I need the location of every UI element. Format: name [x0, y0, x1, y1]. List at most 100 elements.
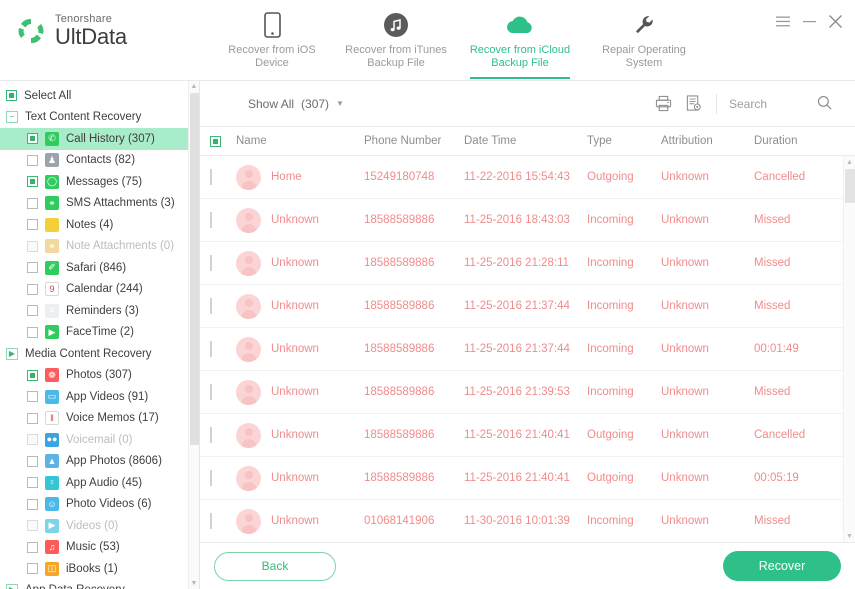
- sidebar-item-checkbox[interactable]: [27, 369, 38, 381]
- sidebar-item-checkbox[interactable]: [27, 541, 38, 553]
- sidebar-item-app-videos-91[interactable]: ▭ App Videos (91): [0, 386, 188, 408]
- select-all-checkbox[interactable]: [6, 90, 17, 102]
- row-checkbox[interactable]: [210, 427, 212, 443]
- row-checkbox[interactable]: [210, 341, 212, 357]
- sidebar-item-checkbox[interactable]: [27, 412, 38, 424]
- sidebar-item-checkbox[interactable]: [27, 283, 38, 295]
- close-button[interactable]: [827, 13, 843, 29]
- sidebar-item-checkbox[interactable]: [27, 498, 38, 510]
- tab-recover-from-icloud-backup[interactable]: Recover from iCloud Backup File: [458, 0, 582, 79]
- cell-attribution: Unknown: [661, 171, 709, 183]
- expand-icon[interactable]: ▶: [6, 584, 18, 589]
- sidebar-item-calendar-244[interactable]: 9 Calendar (244): [0, 279, 188, 301]
- column-header-phone[interactable]: Phone Number: [364, 135, 464, 147]
- sidebar-item-checkbox[interactable]: [27, 391, 38, 403]
- sidebar-item-checkbox[interactable]: [27, 305, 38, 317]
- table-row[interactable]: Unknown 18588589886 11-25-2016 21:40:41 Out…: [200, 457, 843, 500]
- sidebar-item-checkbox[interactable]: [27, 154, 38, 166]
- column-header-type[interactable]: Type: [587, 135, 661, 147]
- search-input[interactable]: [729, 96, 817, 111]
- sidebar-item-voicemail-0[interactable]: ●● Voicemail (0): [0, 429, 188, 451]
- export-settings-icon[interactable]: [678, 91, 708, 117]
- sidebar-item-messages-75[interactable]: ◯ Messages (75): [0, 171, 188, 193]
- sidebar-item-note-attachments-0[interactable]: ⚭ Note Attachments (0): [0, 236, 188, 258]
- show-all-dropdown[interactable]: Show All (307) ▼: [248, 97, 344, 111]
- sidebar-item-music-53[interactable]: ♫ Music (53): [0, 537, 188, 559]
- sidebar-item-checkbox[interactable]: [27, 563, 38, 575]
- sidebar-item-checkbox[interactable]: [27, 477, 38, 489]
- row-checkbox[interactable]: [210, 212, 212, 228]
- sidebar-item-reminders-3[interactable]: ≡ Reminders (3): [0, 300, 188, 322]
- table-row[interactable]: Unknown 18588589886 11-25-2016 21:40:41 Out…: [200, 414, 843, 457]
- row-checkbox[interactable]: [210, 255, 212, 271]
- expand-icon[interactable]: ▶: [6, 347, 18, 360]
- select-all-rows-checkbox[interactable]: [210, 135, 221, 147]
- sidebar-item-app-audio-45[interactable]: ♀ App Audio (45): [0, 472, 188, 494]
- sidebar-item-safari-846[interactable]: ✐ Safari (846): [0, 257, 188, 279]
- row-checkbox[interactable]: [210, 470, 212, 486]
- row-checkbox[interactable]: [210, 298, 212, 314]
- sidebar-item-checkbox[interactable]: [27, 434, 38, 446]
- sidebar-item-checkbox[interactable]: [27, 176, 38, 188]
- table-scrollbar[interactable]: ▲ ▼: [843, 156, 855, 542]
- cell-type: Incoming: [587, 515, 634, 527]
- sidebar-item-checkbox[interactable]: [27, 197, 38, 209]
- column-header-date-time[interactable]: Date Time: [464, 135, 587, 147]
- sidebar-scrollbar-thumb[interactable]: [190, 93, 199, 445]
- scroll-up-icon[interactable]: ▲: [189, 81, 199, 92]
- tab-recover-from-itunes-backup[interactable]: Recover from iTunes Backup File: [334, 0, 458, 79]
- sidebar-item-photo-videos-6[interactable]: ☺ Photo Videos (6): [0, 494, 188, 516]
- table-scrollbar-thumb[interactable]: [845, 169, 855, 203]
- tab-recover-from-ios-device[interactable]: Recover from iOS Device: [210, 0, 334, 79]
- sidebar-item-checkbox[interactable]: [27, 133, 38, 145]
- sidebar-select-all[interactable]: Select All: [0, 85, 188, 107]
- cell-date-time: 11-25-2016 21:37:44: [464, 343, 570, 355]
- sidebar-group-1[interactable]: ▶ Media Content Recovery: [0, 343, 188, 365]
- sidebar-item-notes-4[interactable]: Notes (4): [0, 214, 188, 236]
- row-checkbox[interactable]: [210, 169, 212, 185]
- table-row[interactable]: Unknown 01068141906 11-30-2016 10:01:39 Inc…: [200, 500, 843, 542]
- table-row[interactable]: Unknown 18588589886 11-25-2016 21:37:44 Inc…: [200, 285, 843, 328]
- sidebar-item-facetime-2[interactable]: ▶ FaceTime (2): [0, 322, 188, 344]
- sidebar-item-call-history-307[interactable]: ✆ Call History (307): [0, 128, 188, 150]
- sidebar-item-checkbox[interactable]: [27, 326, 38, 338]
- sidebar-item-app-photos-8606[interactable]: ▲ App Photos (8606): [0, 451, 188, 473]
- sidebar-item-photos-307[interactable]: ❁ Photos (307): [0, 365, 188, 387]
- sidebar-item-checkbox[interactable]: [27, 240, 38, 252]
- tab-repair-operating-system[interactable]: Repair Operating System: [582, 0, 706, 79]
- table-row[interactable]: Unknown 18588589886 11-25-2016 21:37:44 Inc…: [200, 328, 843, 371]
- table-row[interactable]: Home 15249180748 11-22-2016 15:54:43 Outgoi…: [200, 156, 843, 199]
- column-header-name[interactable]: Name: [236, 135, 364, 147]
- row-name-cell: Unknown: [236, 207, 364, 233]
- search-box[interactable]: [729, 95, 841, 113]
- sidebar-item-videos-0[interactable]: ▶ Videos (0): [0, 515, 188, 537]
- collapse-icon[interactable]: −: [6, 111, 18, 124]
- sidebar-scrollbar[interactable]: ▲ ▼: [188, 81, 199, 589]
- row-checkbox[interactable]: [210, 384, 212, 400]
- menu-button[interactable]: [775, 13, 791, 29]
- sidebar-item-contacts-82[interactable]: ♟ Contacts (82): [0, 150, 188, 172]
- scroll-up-icon[interactable]: ▲: [844, 156, 855, 168]
- row-checkbox[interactable]: [210, 513, 212, 529]
- column-header-attribution[interactable]: Attribution: [661, 135, 754, 147]
- scroll-down-icon[interactable]: ▼: [844, 530, 855, 542]
- back-button[interactable]: Back: [214, 551, 336, 581]
- table-row[interactable]: Unknown 18588589886 11-25-2016 21:39:53 Inc…: [200, 371, 843, 414]
- scroll-down-icon[interactable]: ▼: [189, 578, 199, 589]
- sidebar-item-ibooks-1[interactable]: ◫ iBooks (1): [0, 558, 188, 580]
- recover-button[interactable]: Recover: [723, 551, 841, 581]
- sidebar-item-checkbox[interactable]: [27, 219, 38, 231]
- printer-icon[interactable]: [648, 91, 678, 117]
- column-header-duration[interactable]: Duration: [754, 135, 844, 147]
- table-row[interactable]: Unknown 18588589886 11-25-2016 21:28:11 Inc…: [200, 242, 843, 285]
- search-icon[interactable]: [817, 95, 832, 113]
- sidebar-group-0[interactable]: − Text Content Recovery: [0, 107, 188, 129]
- sidebar-group-2[interactable]: ▶ App Data Recovery: [0, 580, 188, 589]
- sidebar-item-checkbox[interactable]: [27, 520, 38, 532]
- sidebar-item-checkbox[interactable]: [27, 262, 38, 274]
- table-row[interactable]: Unknown 18588589886 11-25-2016 18:43:03 Inc…: [200, 199, 843, 242]
- sidebar-item-sms-attachments-3[interactable]: ⚭ SMS Attachments (3): [0, 193, 188, 215]
- sidebar-item-checkbox[interactable]: [27, 455, 38, 467]
- minimize-button[interactable]: [801, 13, 817, 29]
- sidebar-item-voice-memos-17[interactable]: ‖ Voice Memos (17): [0, 408, 188, 430]
